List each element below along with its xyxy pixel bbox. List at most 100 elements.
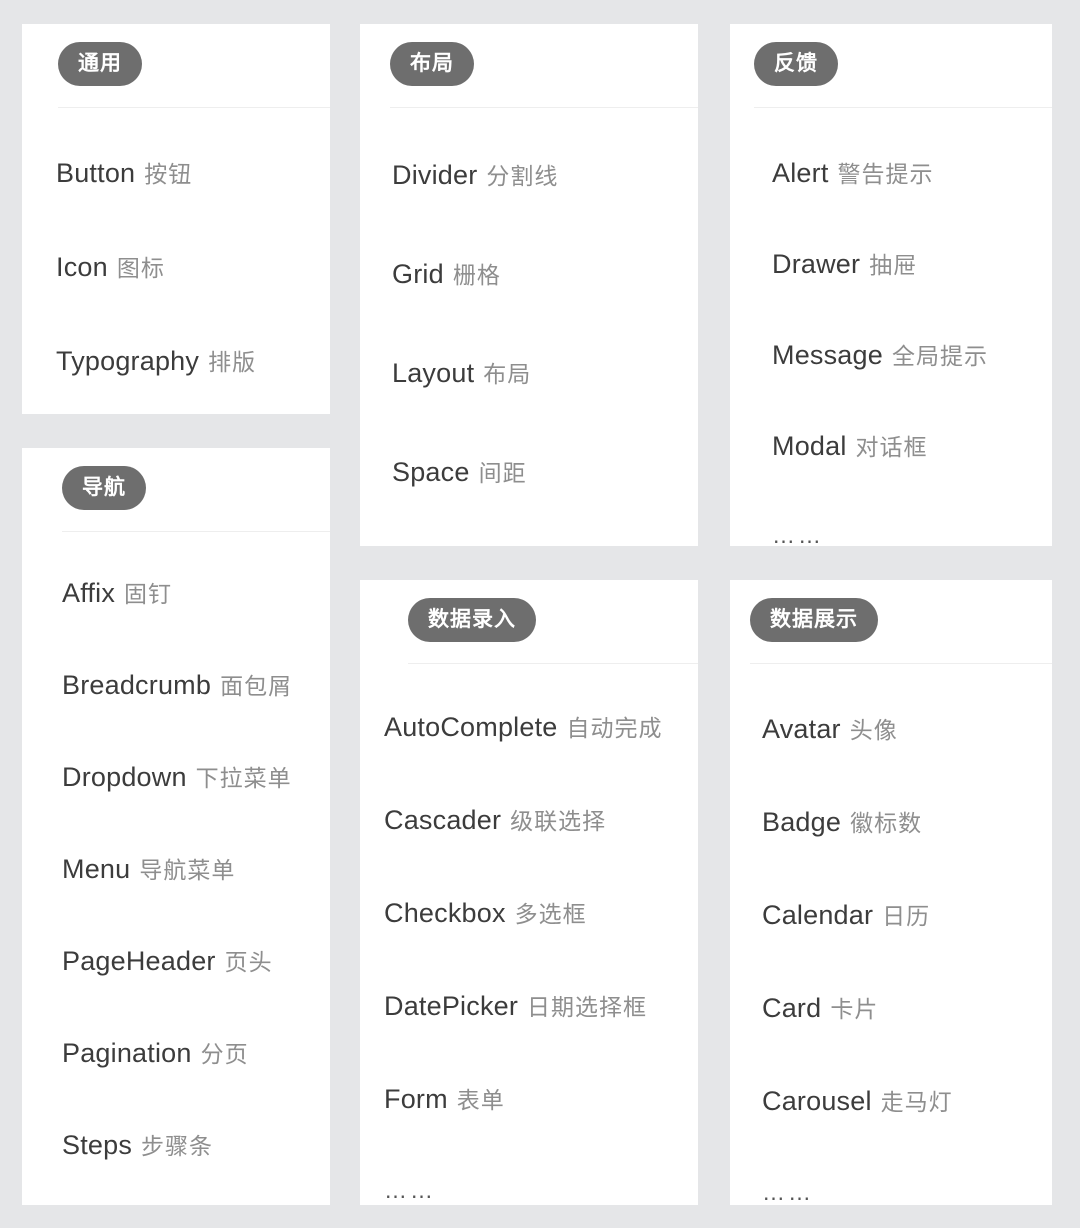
- component-name-en: Affix: [62, 578, 116, 608]
- card-layout-divider: [390, 107, 698, 108]
- list-item[interactable]: Avatar 头像: [762, 716, 1052, 743]
- card-feedback-divider: [754, 107, 1052, 108]
- list-item[interactable]: Menu 导航菜单: [62, 856, 330, 883]
- component-name-en: Divider: [392, 160, 478, 190]
- card-data-display-item-list: Avatar 头像 Badge 徽标数 Calendar 日历 Card 卡片 Caro…: [730, 664, 1052, 1204]
- list-item[interactable]: Form 表单: [384, 1086, 698, 1113]
- card-data-entry-item-list: AutoComplete 自动完成 Cascader 级联选择 Checkbox 多选…: [360, 664, 698, 1202]
- card-data-display-divider: [750, 663, 1052, 664]
- card-layout-header: 布局: [360, 24, 698, 108]
- list-item[interactable]: DatePicker 日期选择框: [384, 993, 698, 1020]
- list-item[interactable]: Message 全局提示: [772, 342, 1052, 369]
- category-badge-data-display: 数据展示: [750, 598, 878, 642]
- component-name-cn: 警告提示: [837, 161, 934, 187]
- category-badge-general: 通用: [58, 42, 142, 86]
- component-name-cn: 卡片: [830, 996, 879, 1022]
- card-layout-item-list: Divider 分割线 Grid 栅格 Layout 布局 Space 间距: [360, 108, 698, 486]
- category-badge-feedback: 反馈: [754, 42, 838, 86]
- card-general-header: 通用: [22, 24, 330, 108]
- list-item[interactable]: Card 卡片: [762, 995, 1052, 1022]
- component-name-cn: 步骤条: [141, 1133, 214, 1159]
- card-general-item-list: Button 按钮 Icon 图标 Typography 排版: [22, 108, 330, 375]
- list-item[interactable]: Dropdown 下拉菜单: [62, 764, 330, 791]
- more-items-ellipsis: ……: [772, 522, 824, 547]
- component-name-cn: 抽屉: [869, 252, 918, 278]
- list-item[interactable]: Checkbox 多选框: [384, 900, 698, 927]
- component-name-en: Breadcrumb: [62, 670, 212, 700]
- component-name-en: Icon: [56, 252, 108, 282]
- component-name-cn: 走马灯: [880, 1089, 953, 1115]
- component-name-cn: 分页: [200, 1041, 249, 1067]
- list-item[interactable]: AutoComplete 自动完成: [384, 714, 698, 741]
- more-items-ellipsis: ……: [762, 1179, 814, 1205]
- card-data-entry-header: 数据录入: [360, 580, 698, 664]
- list-item[interactable]: Layout 布局: [392, 360, 698, 387]
- component-name-en: Badge: [762, 807, 842, 837]
- list-item[interactable]: Typography 排版: [56, 348, 330, 375]
- list-item[interactable]: Grid 栅格: [392, 261, 698, 288]
- list-item[interactable]: Steps 步骤条: [62, 1132, 330, 1159]
- component-name-en: Alert: [772, 158, 829, 188]
- component-name-cn: 导航菜单: [139, 857, 236, 883]
- component-name-cn: 布局: [483, 361, 532, 387]
- list-item[interactable]: Icon 图标: [56, 254, 330, 281]
- component-name-en: Modal: [772, 431, 847, 461]
- component-name-en: Button: [56, 158, 136, 188]
- component-name-en: Cascader: [384, 805, 502, 835]
- component-name-en: Typography: [56, 346, 200, 376]
- component-name-en: DatePicker: [384, 991, 519, 1021]
- card-feedback-item-list: Alert 警告提示 Drawer 抽屉 Message 全局提示 Modal 对话框 …: [730, 108, 1052, 547]
- card-layout: 布局 Divider 分割线 Grid 栅格 Layout 布局 Space 间距: [360, 24, 698, 546]
- component-name-cn: 页头: [224, 949, 273, 975]
- component-name-en: AutoComplete: [384, 712, 558, 742]
- list-item[interactable]: Affix 固钉: [62, 580, 330, 607]
- component-name-en: Avatar: [762, 714, 841, 744]
- card-navigation: 导航 Affix 固钉 Breadcrumb 面包屑 Dropdown 下拉菜单 Me…: [22, 448, 330, 1205]
- category-badge-layout: 布局: [390, 42, 474, 86]
- list-item[interactable]: Pagination 分页: [62, 1040, 330, 1067]
- component-name-en: Drawer: [772, 249, 861, 279]
- component-name-en: Grid: [392, 259, 444, 289]
- list-item[interactable]: Space 间距: [392, 459, 698, 486]
- component-category-board: 通用 Button 按钮 Icon 图标 Typography 排版 导航 Affix…: [0, 0, 1080, 1228]
- component-name-en: Space: [392, 457, 470, 487]
- component-name-cn: 日历: [882, 903, 931, 929]
- card-data-display: 数据展示 Avatar 头像 Badge 徽标数 Calendar 日历 Card 卡片…: [730, 580, 1052, 1205]
- component-name-en: Dropdown: [62, 762, 187, 792]
- card-general-divider: [58, 107, 330, 108]
- component-name-en: PageHeader: [62, 946, 216, 976]
- card-feedback-header: 反馈: [730, 24, 1052, 108]
- card-data-display-header: 数据展示: [730, 580, 1052, 664]
- category-badge-data-entry: 数据录入: [408, 598, 536, 642]
- more-items-ellipsis: ……: [384, 1177, 436, 1203]
- component-name-cn: 面包屑: [220, 673, 293, 699]
- list-item[interactable]: Modal 对话框: [772, 433, 1052, 460]
- component-name-cn: 分割线: [486, 163, 559, 189]
- component-name-cn: 级联选择: [510, 808, 607, 834]
- component-name-cn: 对话框: [855, 434, 928, 460]
- card-navigation-header: 导航: [22, 448, 330, 532]
- list-item[interactable]: Drawer 抽屉: [772, 251, 1052, 278]
- component-name-cn: 头像: [849, 717, 898, 743]
- component-name-cn: 全局提示: [891, 343, 988, 369]
- component-name-cn: 多选框: [514, 901, 587, 927]
- list-item[interactable]: Calendar 日历: [762, 902, 1052, 929]
- list-item[interactable]: Carousel 走马灯: [762, 1088, 1052, 1115]
- list-item[interactable]: Button 按钮: [56, 160, 330, 187]
- component-name-cn: 间距: [478, 460, 527, 486]
- list-item[interactable]: PageHeader 页头: [62, 948, 330, 975]
- list-item[interactable]: Alert 警告提示: [772, 160, 1052, 187]
- list-item[interactable]: Breadcrumb 面包屑: [62, 672, 330, 699]
- list-item[interactable]: Cascader 级联选择: [384, 807, 698, 834]
- component-name-cn: 自动完成: [566, 715, 663, 741]
- list-item[interactable]: Badge 徽标数: [762, 809, 1052, 836]
- card-data-entry-divider: [408, 663, 698, 664]
- component-name-en: Steps: [62, 1130, 133, 1160]
- component-name-en: Checkbox: [384, 898, 506, 928]
- component-name-en: Layout: [392, 358, 475, 388]
- list-item[interactable]: Divider 分割线: [392, 162, 698, 189]
- component-name-cn: 下拉菜单: [195, 765, 292, 791]
- component-name-cn: 图标: [116, 255, 165, 281]
- component-name-en: Carousel: [762, 1086, 872, 1116]
- card-feedback: 反馈 Alert 警告提示 Drawer 抽屉 Message 全局提示 Modal 对…: [730, 24, 1052, 546]
